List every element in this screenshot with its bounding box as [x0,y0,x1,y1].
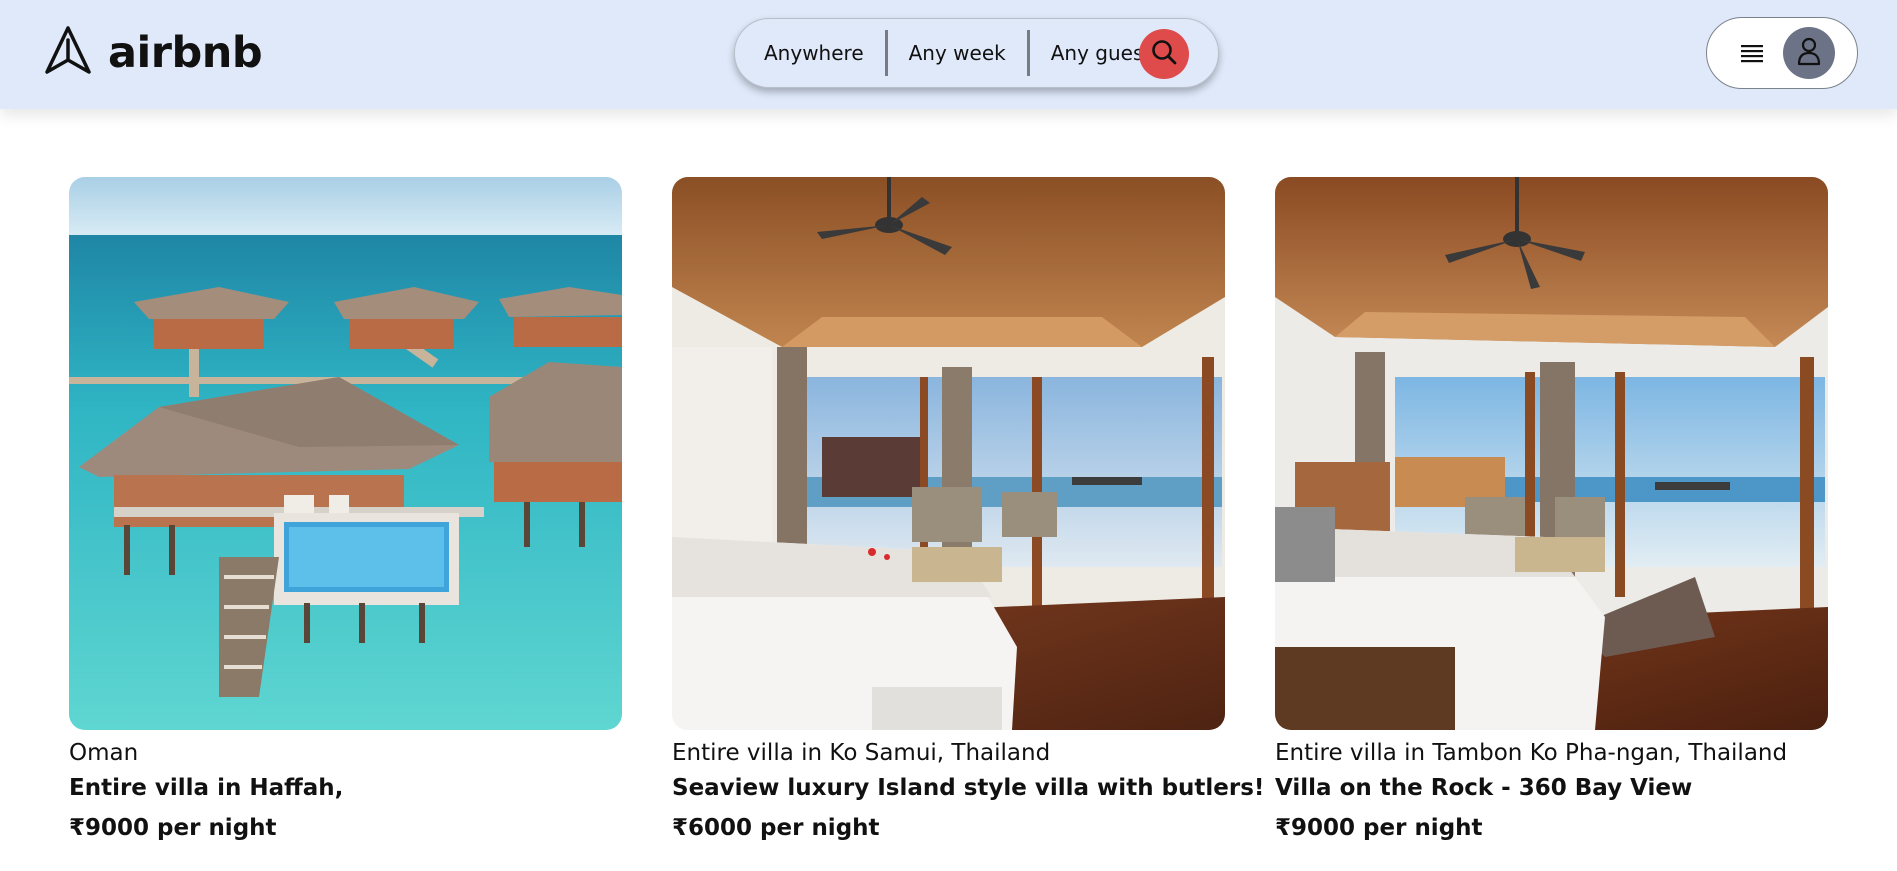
user-menu-button[interactable] [1706,17,1858,89]
listing-title[interactable]: Entire villa in Haffah, [69,773,622,803]
listing-price: ₹9000 per night [1275,815,1483,841]
search-icon [1150,38,1178,70]
search-bar[interactable]: Anywhere Any week Any guest [734,18,1219,88]
airbnb-logo-icon [42,24,94,82]
search-location[interactable]: Anywhere [735,41,885,65]
brand-name: airbnb [108,28,263,78]
listing-title[interactable]: Seaview luxury Island style villa with b… [672,773,1264,803]
avatar [1783,27,1835,79]
listing-location: Entire villa in Tambon Ko Pha-ngan, Thai… [1275,740,1788,766]
listing-location: Entire villa in Ko Samui, Thailand [672,740,1051,766]
brand-logo[interactable]: airbnb [42,24,263,82]
listing-location: Oman [69,740,139,766]
user-avatar-icon [1794,35,1824,71]
listing-photo-bedroom-bay-view[interactable] [1275,177,1828,730]
listing-card[interactable]: Entire villa in Tambon Ko Pha-ngan, Thai… [1275,177,1828,843]
listing-price: ₹9000 per night [69,815,277,841]
top-navbar: airbnb Anywhere Any week Any guest [0,0,1897,109]
listing-photo-overwater-villas[interactable] [69,177,622,730]
listing-photo-bedroom-sea-view[interactable] [672,177,1225,730]
listing-title[interactable]: Villa on the Rock - 360 Bay View [1275,773,1828,803]
listing-price: ₹6000 per night [672,815,880,841]
listing-card[interactable]: Entire villa in Ko Samui, Thailand Seavi… [672,177,1264,843]
listing-card[interactable]: Oman Entire villa in Haffah, ₹9000 per n… [69,177,622,843]
hamburger-menu-icon [1739,42,1765,66]
search-week[interactable]: Any week [888,41,1027,65]
search-button[interactable] [1139,29,1189,79]
